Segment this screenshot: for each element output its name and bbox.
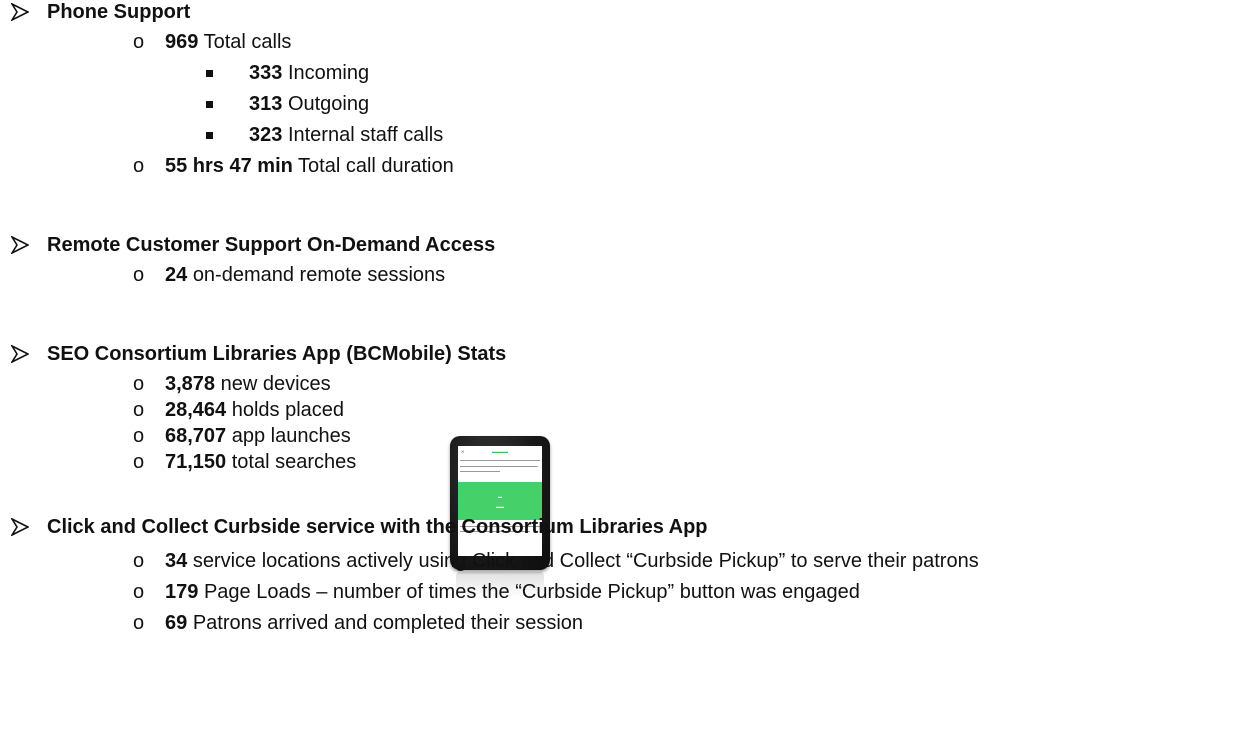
circle-bullet-icon: o	[133, 451, 145, 473]
list-item: 55 hrs 47 min Total call duration	[165, 154, 454, 178]
section-title-remote-support: Remote Customer Support On-Demand Access	[47, 234, 496, 256]
circle-bullet-icon: o	[133, 373, 145, 395]
stat-label: Total call duration	[298, 155, 454, 177]
list-item: 34 service locations actively using Clic…	[165, 549, 979, 573]
arrow-bullet-icon	[11, 518, 29, 536]
stat-label: Incoming	[287, 62, 370, 84]
stat-label: app launches	[231, 425, 351, 447]
stat-value: 69	[165, 612, 188, 634]
square-bullet-icon	[206, 70, 213, 77]
circle-bullet-icon: o	[133, 264, 145, 286]
arrow-bullet-icon	[11, 3, 29, 21]
circle-bullet-icon: o	[133, 425, 145, 447]
stat-value: 28,464	[165, 399, 227, 421]
screen-title-bar: ▬▬▬▬	[492, 449, 508, 454]
list-item: 323 Internal staff calls	[249, 123, 443, 147]
circle-bullet-icon: o	[133, 581, 145, 603]
circle-bullet-icon: o	[133, 612, 145, 634]
stat-label: on-demand remote sessions	[192, 264, 446, 286]
stat-value: 34	[165, 550, 188, 572]
circle-bullet-icon: o	[133, 399, 145, 421]
list-item: 69 Patrons arrived and completed their s…	[165, 611, 583, 635]
stat-value: 24	[165, 264, 188, 286]
stat-label: holds placed	[231, 399, 345, 421]
list-item: 68,707 app launches	[165, 424, 351, 448]
list-item: 333 Incoming	[249, 61, 369, 85]
stat-value: 55 hrs 47 min	[165, 155, 293, 177]
list-item: 71,150 total searches	[165, 450, 356, 474]
list-item: 28,464 holds placed	[165, 398, 344, 422]
section-title-phone-support: Phone Support	[47, 1, 191, 23]
stat-value: 333	[249, 62, 283, 84]
stat-value: 179	[165, 581, 199, 603]
circle-bullet-icon: o	[133, 550, 145, 572]
arrow-bullet-icon	[11, 236, 29, 254]
stat-value: 313	[249, 93, 283, 115]
stat-label: service locations actively using Click a…	[192, 550, 979, 572]
stat-value: 71,150	[165, 451, 227, 473]
list-item: 969 Total calls	[165, 30, 291, 54]
arrow-bullet-icon	[11, 345, 29, 363]
list-item: 313 Outgoing	[249, 92, 369, 116]
circle-bullet-icon: o	[133, 31, 145, 53]
list-item: 24 on-demand remote sessions	[165, 263, 445, 287]
list-item: 179 Page Loads – number of times the “Cu…	[165, 580, 860, 604]
stat-label: Total calls	[203, 31, 292, 53]
section-title-app-stats: SEO Consortium Libraries App (BCMobile) …	[47, 343, 507, 365]
stat-value: 68,707	[165, 425, 227, 447]
list-item: 3,878 new devices	[165, 372, 331, 396]
stat-label: Outgoing	[287, 93, 370, 115]
stat-label: Internal staff calls	[287, 124, 444, 146]
square-bullet-icon	[206, 101, 213, 108]
stat-label: Page Loads – number of times the “Curbsi…	[203, 581, 860, 603]
stat-value: 323	[249, 124, 283, 146]
circle-bullet-icon: o	[133, 155, 145, 177]
stat-label: total searches	[231, 451, 357, 473]
app-screen: ✕ ▬▬▬▬ ▬ ▬▬	[458, 446, 542, 556]
stat-value: 969	[165, 31, 199, 53]
section-title-click-and-collect: Click and Collect Curbside service with …	[47, 516, 708, 538]
stat-label: new devices	[220, 373, 331, 395]
stat-value: 3,878	[165, 373, 216, 395]
square-bullet-icon	[206, 132, 213, 139]
stat-label: Patrons arrived and completed their sess…	[192, 612, 584, 634]
